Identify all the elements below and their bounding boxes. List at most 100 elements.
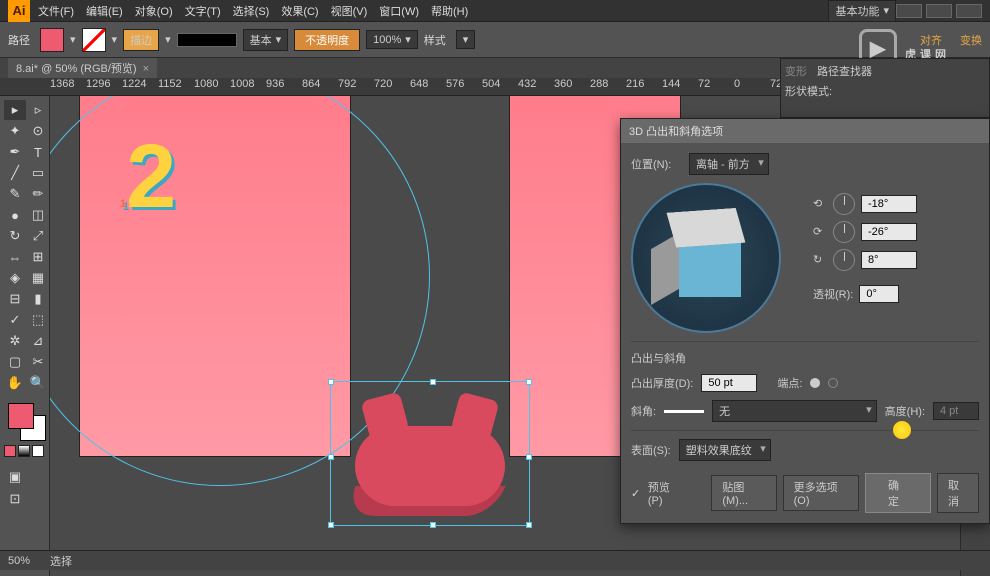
- free-transform-tool[interactable]: ⊞: [27, 247, 49, 267]
- handle-mr[interactable]: [526, 454, 532, 460]
- status-bar: 50% 选择: [0, 550, 990, 570]
- hand-tool[interactable]: ✋: [4, 373, 26, 393]
- stroke-dropdown-icon[interactable]: ▾: [112, 33, 118, 46]
- gradient-tool[interactable]: ▮: [27, 289, 49, 309]
- rotate-y-input[interactable]: [861, 223, 917, 241]
- rotate-tool[interactable]: ↻: [4, 226, 26, 246]
- menu-help[interactable]: 帮助(H): [431, 3, 468, 19]
- selection-type: 路径: [8, 32, 30, 48]
- artboard-tool[interactable]: ▢: [4, 352, 26, 372]
- screen-mode-full[interactable]: ⊡: [4, 489, 26, 509]
- menu-view[interactable]: 视图(V): [331, 3, 368, 19]
- main-menu: 文件(F) 编辑(E) 对象(O) 文字(T) 选择(S) 效果(C) 视图(V…: [38, 3, 468, 19]
- color-picker[interactable]: [4, 401, 45, 441]
- pencil-tool[interactable]: ✏: [27, 184, 49, 204]
- more-options-button[interactable]: 更多选项(O): [783, 475, 859, 511]
- handle-br[interactable]: [526, 522, 532, 528]
- perspective-input[interactable]: [859, 285, 899, 303]
- panel-tab-transform[interactable]: 变形: [785, 63, 807, 79]
- slice-tool[interactable]: ✂: [27, 352, 49, 372]
- style-dd[interactable]: ▾: [456, 30, 476, 49]
- close-tab-icon[interactable]: ×: [143, 63, 149, 75]
- brush-sample[interactable]: [177, 33, 237, 47]
- opacity-value[interactable]: 100% ▾: [366, 30, 418, 49]
- pathfinder-panel[interactable]: 变形 路径查找器 形状模式:: [780, 58, 990, 118]
- foreground-color[interactable]: [8, 403, 34, 429]
- stroke-weight[interactable]: 描边: [123, 29, 159, 51]
- preview-label[interactable]: 预览(P): [648, 479, 681, 507]
- transform-link[interactable]: 变换: [960, 32, 982, 48]
- pen-tool[interactable]: ✒: [4, 142, 26, 162]
- menu-select[interactable]: 选择(S): [233, 3, 270, 19]
- document-tab[interactable]: 8.ai* @ 50% (RGB/预览)×: [8, 58, 157, 78]
- depth-input[interactable]: [701, 374, 757, 392]
- workspace-switcher[interactable]: 基本功能 ▾: [828, 0, 896, 22]
- close-button[interactable]: [956, 4, 982, 18]
- magic-wand-tool[interactable]: ✦: [4, 121, 26, 141]
- shape-mode-label: 形状模式:: [785, 83, 985, 99]
- menu-effect[interactable]: 效果(C): [281, 3, 318, 19]
- rotation-preview[interactable]: [631, 183, 781, 333]
- menu-type[interactable]: 文字(T): [185, 3, 221, 19]
- width-tool[interactable]: ⇔: [4, 247, 26, 267]
- eraser-tool[interactable]: ◫: [27, 205, 49, 225]
- color-mode-gradient[interactable]: [18, 445, 30, 457]
- bevel-dropdown[interactable]: 无: [712, 400, 877, 422]
- maximize-button[interactable]: [926, 4, 952, 18]
- menu-object[interactable]: 对象(O): [135, 3, 173, 19]
- handle-bl[interactable]: [328, 522, 334, 528]
- color-mode-none[interactable]: [32, 445, 44, 457]
- rotate-z-dial[interactable]: [833, 249, 855, 271]
- handle-tm[interactable]: [430, 379, 436, 385]
- rotate-y-dial[interactable]: [833, 221, 855, 243]
- align-link[interactable]: 对齐: [920, 32, 942, 48]
- handle-tr[interactable]: [526, 379, 532, 385]
- symbol-sprayer-tool[interactable]: ✲: [4, 331, 26, 351]
- zoom-tool[interactable]: 🔍: [27, 373, 49, 393]
- type-tool[interactable]: T: [27, 142, 49, 162]
- eyedropper-tool[interactable]: ✓: [4, 310, 26, 330]
- color-mode-fill[interactable]: [4, 445, 16, 457]
- blob-brush-tool[interactable]: ●: [4, 205, 26, 225]
- handle-ml[interactable]: [328, 454, 334, 460]
- cancel-button[interactable]: 取消: [937, 473, 979, 513]
- fill-swatch[interactable]: [40, 28, 64, 52]
- mesh-tool[interactable]: ⊟: [4, 289, 26, 309]
- cap-on-icon[interactable]: [810, 378, 820, 388]
- rotate-x-dial[interactable]: [833, 193, 855, 215]
- minimize-button[interactable]: [896, 4, 922, 18]
- lasso-tool[interactable]: ⊙: [27, 121, 49, 141]
- line-tool[interactable]: ╱: [4, 163, 26, 183]
- position-dropdown[interactable]: 离轴 - 前方: [689, 153, 769, 175]
- graph-tool[interactable]: ⊿: [27, 331, 49, 351]
- map-art-button[interactable]: 贴图(M)...: [711, 475, 776, 511]
- perspective-tool[interactable]: ▦: [27, 268, 49, 288]
- rectangle-tool[interactable]: ▭: [27, 163, 49, 183]
- direct-selection-tool[interactable]: ▹: [27, 100, 49, 120]
- rotate-z-input[interactable]: [861, 251, 917, 269]
- zoom-level[interactable]: 50%: [8, 555, 30, 567]
- brush-def[interactable]: 基本 ▾: [243, 29, 289, 51]
- screen-mode[interactable]: ▣: [4, 467, 26, 487]
- fill-dropdown-icon[interactable]: ▾: [70, 33, 76, 46]
- preview-checkbox[interactable]: ✓: [631, 487, 642, 499]
- menu-file[interactable]: 文件(F): [38, 3, 74, 19]
- stroke-weight-dd-icon[interactable]: ▾: [165, 33, 171, 46]
- tools-panel: ▸ ▹ ✦ ⊙ ✒ T ╱ ▭ ✎ ✏ ● ◫ ↻ ⤢ ⇔ ⊞ ◈ ▦ ⊟ ▮ …: [0, 96, 50, 576]
- height-input[interactable]: [933, 402, 979, 420]
- handle-bm[interactable]: [430, 522, 436, 528]
- surface-dropdown[interactable]: 塑料效果底纹: [679, 439, 771, 461]
- paintbrush-tool[interactable]: ✎: [4, 184, 26, 204]
- scale-tool[interactable]: ⤢: [27, 226, 49, 246]
- ok-button[interactable]: 确定: [865, 473, 931, 513]
- shape-builder-tool[interactable]: ◈: [4, 268, 26, 288]
- menu-edit[interactable]: 编辑(E): [86, 3, 123, 19]
- panel-tab-pathfinder[interactable]: 路径查找器: [817, 63, 872, 79]
- menu-window[interactable]: 窗口(W): [379, 3, 419, 19]
- rotate-x-input[interactable]: [861, 195, 917, 213]
- blend-tool[interactable]: ⬚: [27, 310, 49, 330]
- stroke-swatch[interactable]: [82, 28, 106, 52]
- handle-tl[interactable]: [328, 379, 334, 385]
- selection-tool[interactable]: ▸: [4, 100, 26, 120]
- cap-off-icon[interactable]: [828, 378, 838, 388]
